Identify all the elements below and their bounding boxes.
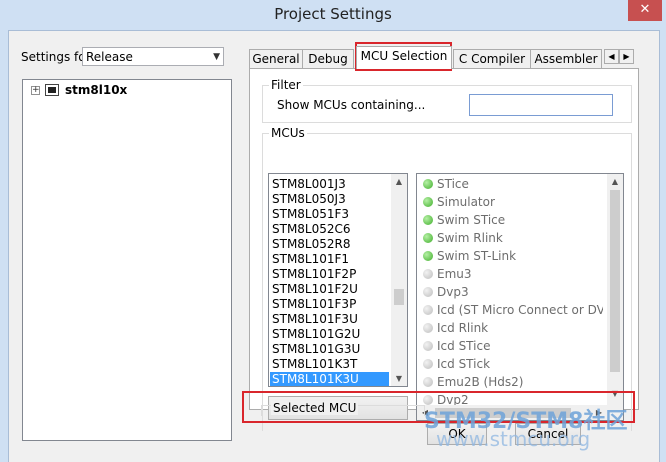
show-mcus-label: Show MCUs containing... xyxy=(277,98,426,112)
tab-assembler[interactable]: Assembler xyxy=(530,49,602,68)
debugger-label: Icd Rlink xyxy=(437,321,489,335)
debugger-label: Icd STice xyxy=(437,339,491,353)
status-available-icon xyxy=(423,233,433,243)
scroll-up-icon[interactable]: ▲ xyxy=(391,174,407,189)
status-unavailable-icon xyxy=(423,377,433,387)
status-available-icon xyxy=(423,251,433,261)
mcu-list-scrollbar[interactable]: ▲ ▼ xyxy=(391,174,407,386)
debugger-list-scroll-thumb[interactable] xyxy=(610,190,620,372)
watermark-url: www.stmcu.org xyxy=(436,427,591,451)
debugger-list-item[interactable]: Simulator xyxy=(423,193,603,211)
debugger-list-item[interactable]: Icd Rlink xyxy=(423,319,603,337)
mcu-selection-panel: Filter Show MCUs containing... MCUs STM8… xyxy=(249,68,639,431)
settings-for-value: Release xyxy=(86,50,133,64)
mcu-list-item[interactable]: STM8L001J3 xyxy=(272,177,346,192)
debugger-label: Swim STice xyxy=(437,213,506,227)
filter-group-title: Filter xyxy=(269,78,303,92)
mcu-list-item[interactable]: STM8L101G2U xyxy=(272,327,360,342)
project-icon xyxy=(45,84,59,96)
mcu-list-item[interactable]: STM8L052R8 xyxy=(272,237,351,252)
mcu-list-item[interactable]: STM8L051F3 xyxy=(272,207,349,222)
status-unavailable-icon xyxy=(423,341,433,351)
mcu-list-item[interactable]: STM8L101F3P xyxy=(272,297,356,312)
mcu-filter-input[interactable] xyxy=(469,94,613,116)
debugger-label: STice xyxy=(437,177,469,191)
debugger-list-item[interactable]: Swim Rlink xyxy=(423,229,603,247)
debugger-list-item[interactable]: STice xyxy=(423,175,603,193)
debugger-label: Swim Rlink xyxy=(437,231,503,245)
debugger-list-item[interactable]: Icd STice xyxy=(423,337,603,355)
mcu-list-scroll-thumb[interactable] xyxy=(394,289,404,305)
mcu-list-item[interactable]: STM8L052C6 xyxy=(272,222,351,237)
debugger-label: Simulator xyxy=(437,195,495,209)
tab-c-compiler[interactable]: C Compiler xyxy=(453,49,531,68)
tab-general[interactable]: General xyxy=(249,49,303,68)
title-bar[interactable]: Project Settings ✕ xyxy=(0,0,666,30)
status-available-icon xyxy=(423,197,433,207)
close-button[interactable]: ✕ xyxy=(628,0,662,21)
scroll-up-icon[interactable]: ▲ xyxy=(607,174,623,189)
debugger-list-item[interactable]: Swim ST-Link xyxy=(423,247,603,265)
debugger-label: Emu3 xyxy=(437,267,472,281)
status-unavailable-icon xyxy=(423,305,433,315)
debugger-list-item[interactable]: Emu3 xyxy=(423,265,603,283)
mcu-list-item[interactable]: STM8L101F2P xyxy=(272,267,356,282)
debugger-list-item[interactable]: Swim STice xyxy=(423,211,603,229)
debugger-label: Dvp3 xyxy=(437,285,469,299)
window-title: Project Settings xyxy=(274,5,392,23)
project-tree[interactable]: + stm8l10x xyxy=(22,79,232,441)
debugger-label: Emu2B (Hds2) xyxy=(437,375,524,389)
tree-expand-icon[interactable]: + xyxy=(31,86,40,95)
status-unavailable-icon xyxy=(423,359,433,369)
mcu-list-item[interactable]: STM8L101F2U xyxy=(272,282,358,297)
status-unavailable-icon xyxy=(423,287,433,297)
debugger-label: Swim ST-Link xyxy=(437,249,517,263)
tab-scroll-right-icon[interactable]: ▶ xyxy=(619,49,634,64)
tab-mcu-selection[interactable]: MCU Selection xyxy=(356,46,452,69)
tab-scroll-left-icon[interactable]: ◀ xyxy=(604,49,619,64)
debugger-list-scrollbar[interactable]: ▲ ▼ xyxy=(607,174,623,406)
status-available-icon xyxy=(423,179,433,189)
debugger-list-item[interactable]: Dvp3 xyxy=(423,283,603,301)
mcu-list-item[interactable]: STM8L101F3U xyxy=(272,312,358,327)
tree-root-label[interactable]: stm8l10x xyxy=(65,83,127,97)
status-unavailable-icon xyxy=(423,269,433,279)
debugger-label: Icd (ST Micro Connect or DV xyxy=(437,303,603,317)
tab-debug[interactable]: Debug xyxy=(302,49,354,68)
mcus-group-title: MCUs xyxy=(269,126,307,140)
scroll-down-icon[interactable]: ▼ xyxy=(391,371,407,386)
settings-for-dropdown[interactable]: Release ▼ xyxy=(82,47,224,66)
filter-group: Filter Show MCUs containing... xyxy=(262,78,632,123)
debugger-list[interactable]: STice Simulator Swim STice Swim Rlink Swim S… xyxy=(416,173,624,421)
debugger-label: Icd STick xyxy=(437,357,491,371)
chevron-down-icon: ▼ xyxy=(213,52,220,62)
debugger-list-item[interactable]: Emu2B (Hds2) xyxy=(423,373,603,391)
status-available-icon xyxy=(423,215,433,225)
mcu-list-item[interactable]: STM8L101K3T xyxy=(272,357,357,372)
mcu-list-item[interactable]: STM8L101G3U xyxy=(272,342,360,357)
mcu-list-item[interactable]: STM8L101F1 xyxy=(272,252,349,267)
debugger-list-item[interactable]: Icd STick xyxy=(423,355,603,373)
mcu-list-item[interactable]: STM8L050J3 xyxy=(272,192,346,207)
mcu-list[interactable]: STM8L001J3 STM8L050J3 STM8L051F3 STM8L052C6… xyxy=(268,173,408,387)
status-unavailable-icon xyxy=(423,323,433,333)
mcu-list-item[interactable]: STM8L101K3U xyxy=(270,372,389,386)
debugger-list-item[interactable]: Icd (ST Micro Connect or DV xyxy=(423,301,603,319)
